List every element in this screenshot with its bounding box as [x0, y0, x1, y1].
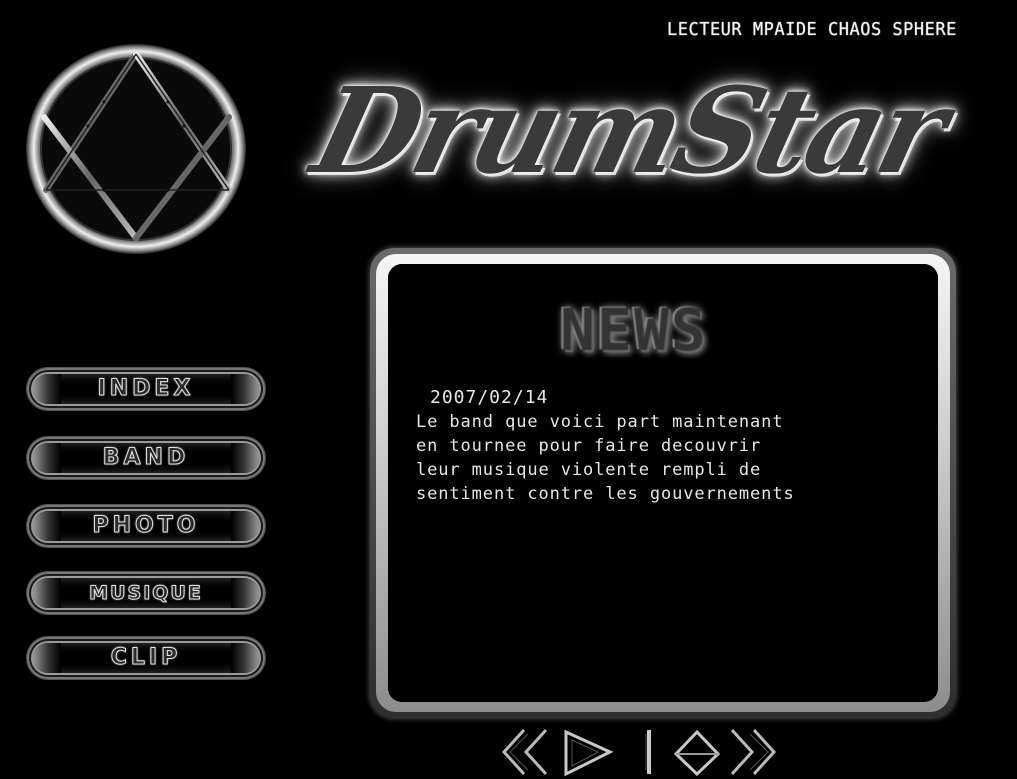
play-icon[interactable]: [560, 726, 616, 779]
news-line: leur musique violente rempli de: [416, 460, 762, 480]
news-line: sentiment contre les gouvernements: [416, 484, 795, 504]
triangle-in-circle-emblem-icon: [26, 44, 246, 254]
fast-forward-icon[interactable]: [724, 726, 780, 779]
nav-button-musique[interactable]: MUSIQUE: [27, 572, 265, 614]
nav-label: CLIP: [110, 645, 182, 671]
news-heading: NEWS: [560, 296, 708, 364]
brand-name: DrumStar: [300, 61, 957, 200]
nav-button-clip[interactable]: CLIP: [27, 637, 265, 679]
nav-label: PHOTO: [92, 513, 200, 539]
nav-button-band[interactable]: BAND: [27, 437, 265, 479]
news-date: 2007/02/14: [430, 387, 549, 408]
brand-logo: DrumStar: [300, 60, 957, 240]
news-line: Le band que voici part maintenant: [416, 412, 784, 432]
news-body: 2007/02/14 Le band que voici part mainte…: [416, 386, 936, 506]
stop-icon[interactable]: [672, 726, 722, 779]
nav-label: BAND: [102, 445, 190, 471]
pause-icon[interactable]: [638, 726, 660, 779]
nav-button-photo[interactable]: PHOTO: [27, 505, 265, 547]
news-line: en tournee pour faire decouvrir: [416, 436, 762, 456]
player-title: LECTEUR MPAIDE CHAOS SPHERE: [667, 19, 957, 41]
nav-label: INDEX: [97, 376, 195, 402]
rewind-icon[interactable]: [498, 726, 554, 779]
nav-label: MUSIQUE: [89, 582, 203, 605]
nav-button-index[interactable]: INDEX: [27, 368, 265, 410]
player-controls: [498, 726, 778, 779]
